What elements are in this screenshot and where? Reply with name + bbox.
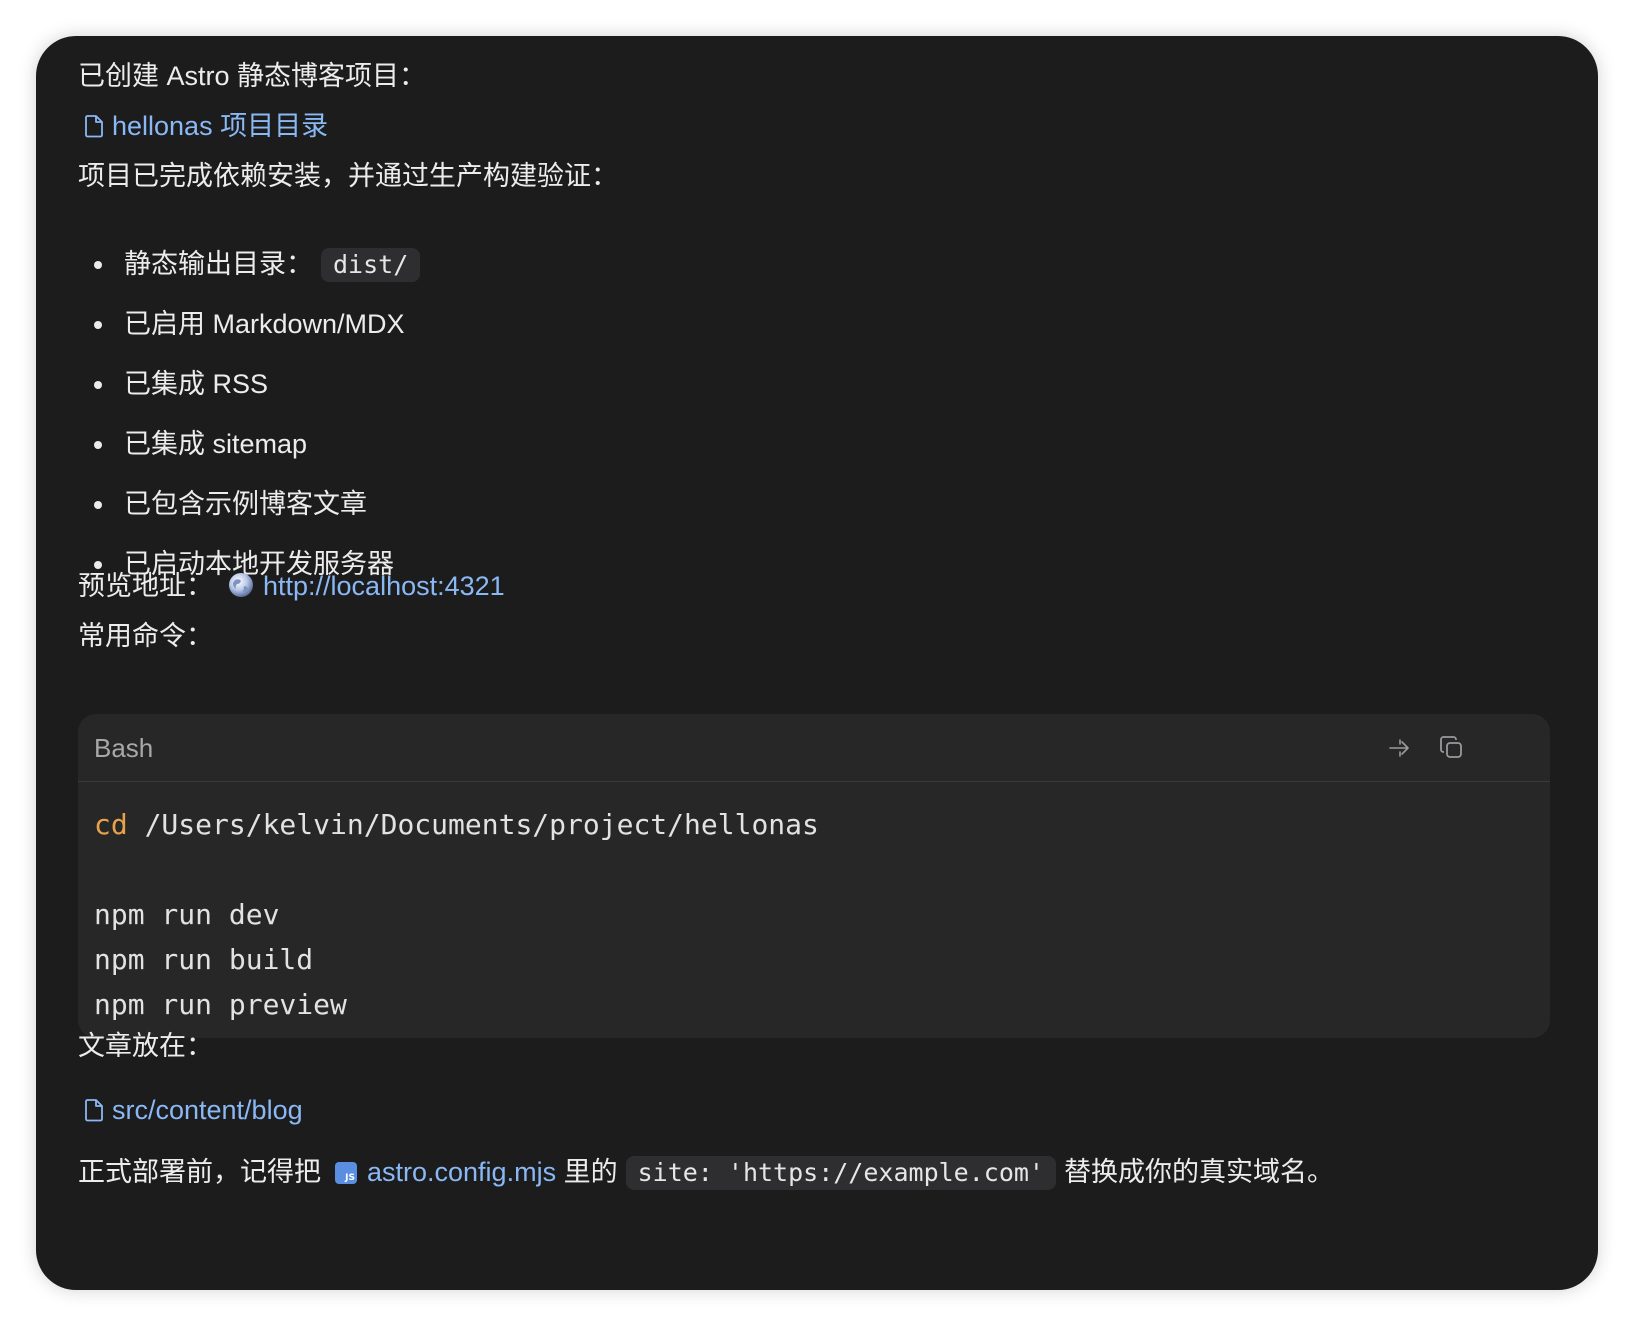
preview-url-link[interactable]: http://localhost:4321: [263, 571, 505, 601]
code-line: npm run dev: [94, 898, 280, 931]
feature-list: 静态输出目录： dist/ 已启用 Markdown/MDX 已集成 RSS 已集…: [78, 246, 428, 606]
arrow-right-icon[interactable]: [1384, 732, 1416, 764]
project-link-label[interactable]: hellonas 项目目录: [112, 111, 328, 141]
code-line: cd /Users/kelvin/Documents/project/hello…: [94, 802, 1534, 847]
output-dir-code: dist/: [321, 248, 421, 282]
deploy-mid: 里的: [563, 1157, 618, 1187]
posts-text: 文章放在：: [78, 1028, 213, 1064]
list-item: 已启用 Markdown/MDX: [78, 306, 428, 366]
code-language-label: Bash: [94, 733, 154, 763]
assistant-message-panel: 已创建 Astro 静态博客项目： hellonas 项目目录 项目已完成依赖安…: [36, 36, 1598, 1290]
list-item: 已包含示例博客文章: [78, 486, 428, 546]
list-item: 静态输出目录： dist/: [78, 246, 428, 306]
file-icon: [84, 111, 104, 147]
preview-line: 预览地址： http://localhost:4321: [78, 568, 505, 608]
deploy-text: 正式部署前，记得把 JS astro.config.mjs 里的 site: 'htt…: [78, 1154, 1334, 1190]
posts-link-label[interactable]: src/content/blog: [112, 1095, 303, 1125]
output-dir-label: 静态输出目录：: [124, 249, 313, 279]
code-block-header: Bash: [78, 714, 1550, 782]
markdown-label: 已启用 Markdown/MDX: [124, 309, 405, 339]
deploy-after: 替换成你的真实域名。: [1063, 1157, 1334, 1187]
code-line: npm run build: [94, 943, 314, 976]
verified-text: 项目已完成依赖安装，并通过生产构建验证：: [78, 158, 618, 194]
commands-text: 常用命令：: [78, 618, 213, 654]
code-block: Bash cd /Users/kelvin/Documents/project/…: [78, 714, 1550, 1038]
deploy-before: 正式部署前，记得把: [78, 1157, 321, 1187]
rss-label: 已集成 RSS: [124, 369, 269, 399]
posts-label: 文章放在：: [78, 1031, 213, 1061]
sitemap-label: 已集成 sitemap: [124, 429, 308, 459]
intro-label: 已创建 Astro 静态博客项目：: [78, 61, 427, 91]
globe-icon: [227, 571, 255, 608]
site-config-code: site: 'https://example.com': [625, 1156, 1056, 1190]
code-keyword: cd: [94, 808, 128, 841]
js-file-icon: JS: [335, 1162, 357, 1184]
file-icon: [84, 1095, 104, 1131]
code-block-body[interactable]: cd /Users/kelvin/Documents/project/hello…: [78, 782, 1550, 1027]
sample-label: 已包含示例博客文章: [124, 489, 367, 519]
code-line: npm run preview: [94, 988, 347, 1021]
posts-link[interactable]: src/content/blog: [78, 1092, 303, 1131]
list-item: 已集成 sitemap: [78, 426, 428, 486]
project-link[interactable]: hellonas 项目目录: [78, 108, 328, 147]
list-item: 已集成 RSS: [78, 366, 428, 426]
code-path: /Users/kelvin/Documents/project/hellonas: [127, 808, 819, 841]
config-file-link[interactable]: astro.config.mjs: [367, 1157, 556, 1187]
commands-label: 常用命令：: [78, 621, 213, 651]
intro-text: 已创建 Astro 静态博客项目：: [78, 58, 426, 94]
preview-label: 预览地址：: [78, 571, 213, 601]
copy-icon[interactable]: [1436, 732, 1468, 764]
verified-label: 项目已完成依赖安装，并通过生产构建验证：: [78, 161, 618, 191]
